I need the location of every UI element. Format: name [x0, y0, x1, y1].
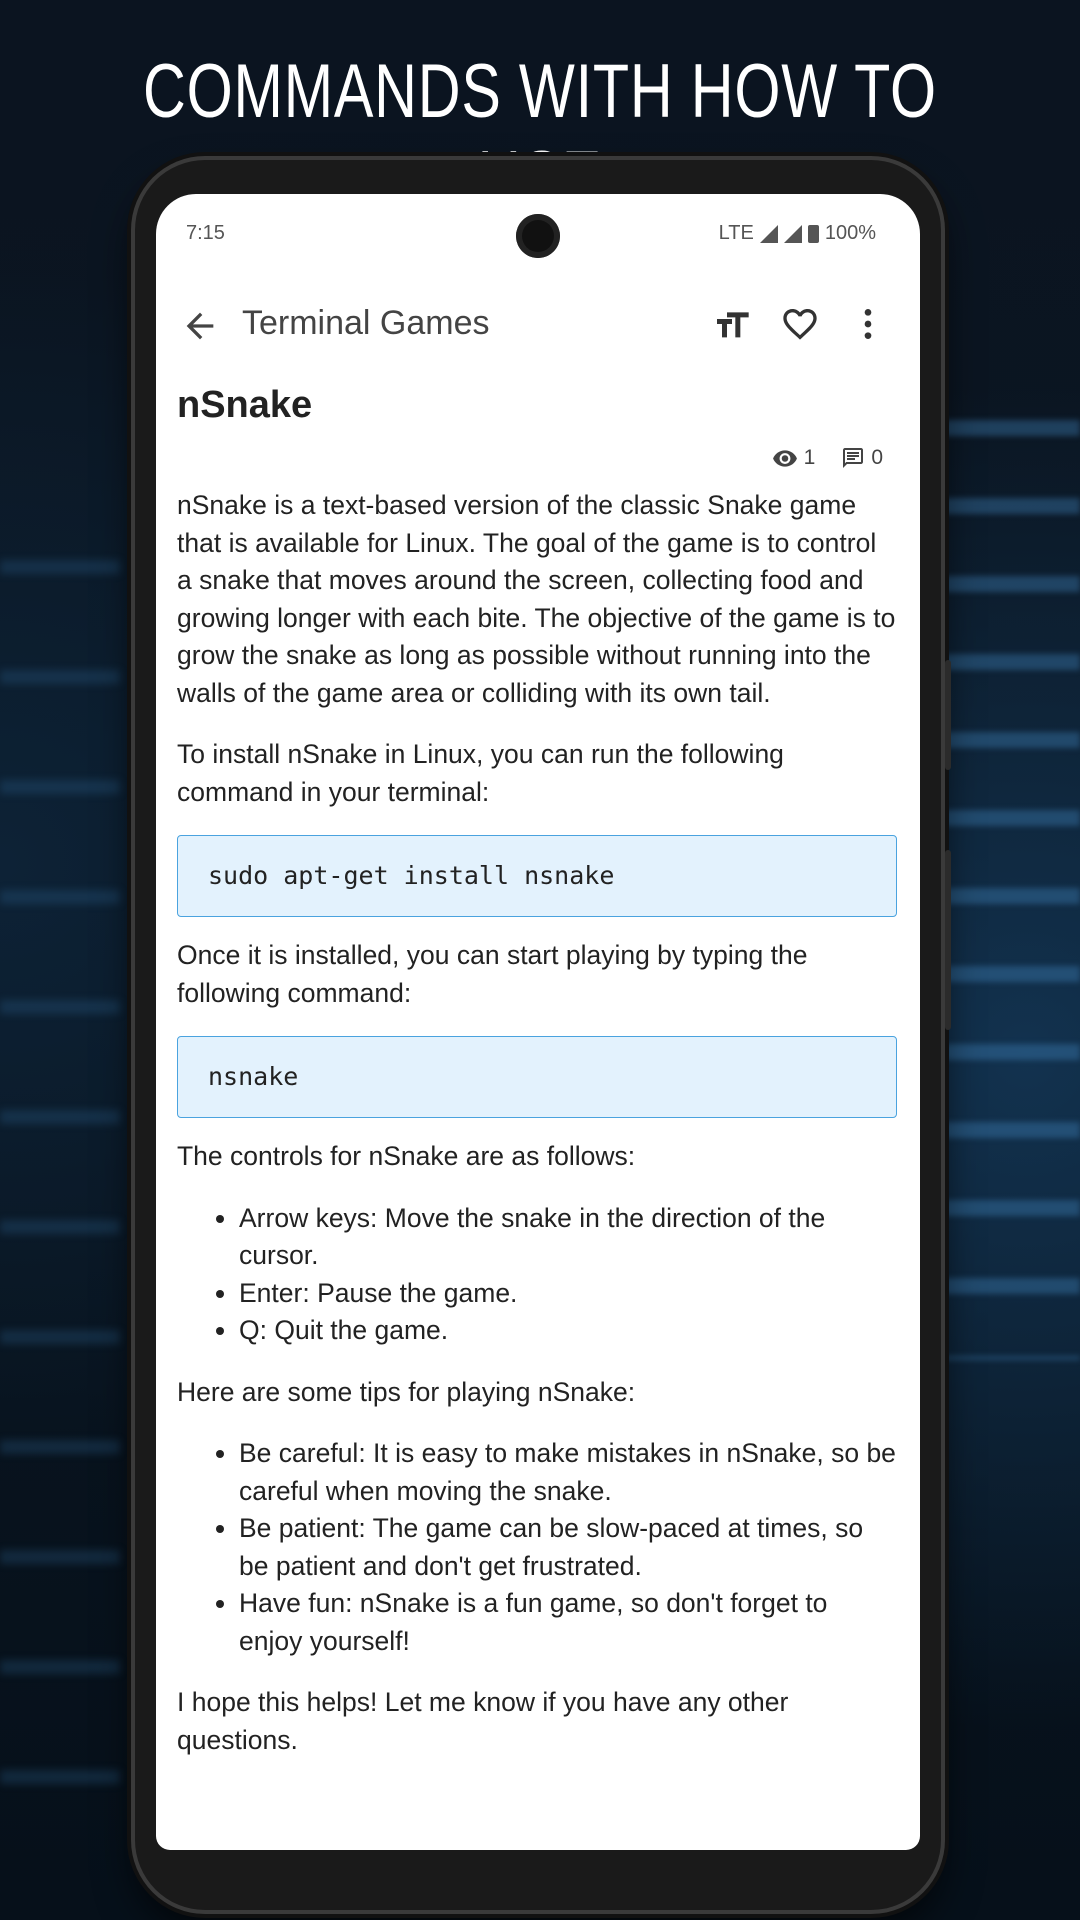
list-item: Q: Quit the game. — [239, 1312, 897, 1350]
comments-value: 0 — [871, 446, 883, 469]
battery-level: 100% — [824, 222, 876, 244]
status-right: LTE 100% — [719, 222, 876, 245]
background-code-blur-left — [0, 500, 120, 1800]
status-time: 7:15 — [186, 222, 225, 244]
arrow-back-icon[interactable] — [180, 306, 220, 346]
run-code-block[interactable]: nsnake — [177, 1036, 897, 1118]
run-paragraph: Once it is installed, you can start play… — [177, 940, 808, 1008]
side-button — [945, 660, 951, 770]
tips-paragraph: Here are some tips for playing nSnake: — [177, 1376, 636, 1407]
list-item: Arrow keys: Move the snake in the direct… — [239, 1200, 897, 1275]
tips-list: Be careful: It is easy to make mistakes … — [177, 1435, 897, 1660]
views-count: 1 — [772, 445, 816, 471]
app-bar: Terminal Games — [156, 294, 920, 358]
list-item: Have fun: nSnake is a fun game, so don't… — [239, 1585, 897, 1660]
list-item: Enter: Pause the game. — [239, 1275, 897, 1313]
text-size-icon[interactable] — [712, 304, 752, 344]
comments-count[interactable]: 0 — [841, 445, 883, 471]
more-vert-icon[interactable] — [848, 304, 888, 344]
phone-frame: 7:15 LTE 100% Terminal Games nSnake 1 0 … — [135, 160, 951, 1910]
controls-paragraph: The controls for nSnake are as follows: — [177, 1141, 636, 1171]
list-item: Be patient: The game can be slow-paced a… — [239, 1510, 897, 1585]
phone-screen: 7:15 LTE 100% Terminal Games nSnake 1 0 … — [156, 194, 920, 1850]
heart-icon[interactable] — [780, 304, 820, 344]
comment-icon — [843, 448, 864, 468]
battery-icon — [807, 224, 819, 243]
install-code-block[interactable]: sudo apt-get install nsnake — [177, 835, 897, 917]
install-paragraph: To install nSnake in Linux, you can run … — [177, 739, 784, 807]
network-label: LTE — [718, 222, 754, 244]
article-meta: 1 0 — [177, 445, 897, 471]
app-bar-title: Terminal Games — [242, 304, 490, 342]
status-bar: 7:15 LTE 100% — [156, 216, 920, 256]
signal-icon — [759, 224, 778, 243]
controls-list: Arrow keys: Move the snake in the direct… — [177, 1200, 897, 1350]
background-code-blur-right — [920, 380, 1080, 1360]
eye-icon — [772, 450, 797, 467]
intro-paragraph: nSnake is a text-based version of the cl… — [177, 490, 896, 708]
signal-icon-2 — [783, 224, 802, 243]
article-content: nSnake 1 0 nSnake is a text-based versio… — [177, 384, 897, 1783]
closing-paragraph: I hope this helps! Let me know if you ha… — [177, 1687, 789, 1755]
volume-button — [945, 850, 951, 1030]
views-value: 1 — [803, 446, 816, 469]
article-title: nSnake — [177, 384, 313, 426]
list-item: Be careful: It is easy to make mistakes … — [239, 1435, 897, 1510]
